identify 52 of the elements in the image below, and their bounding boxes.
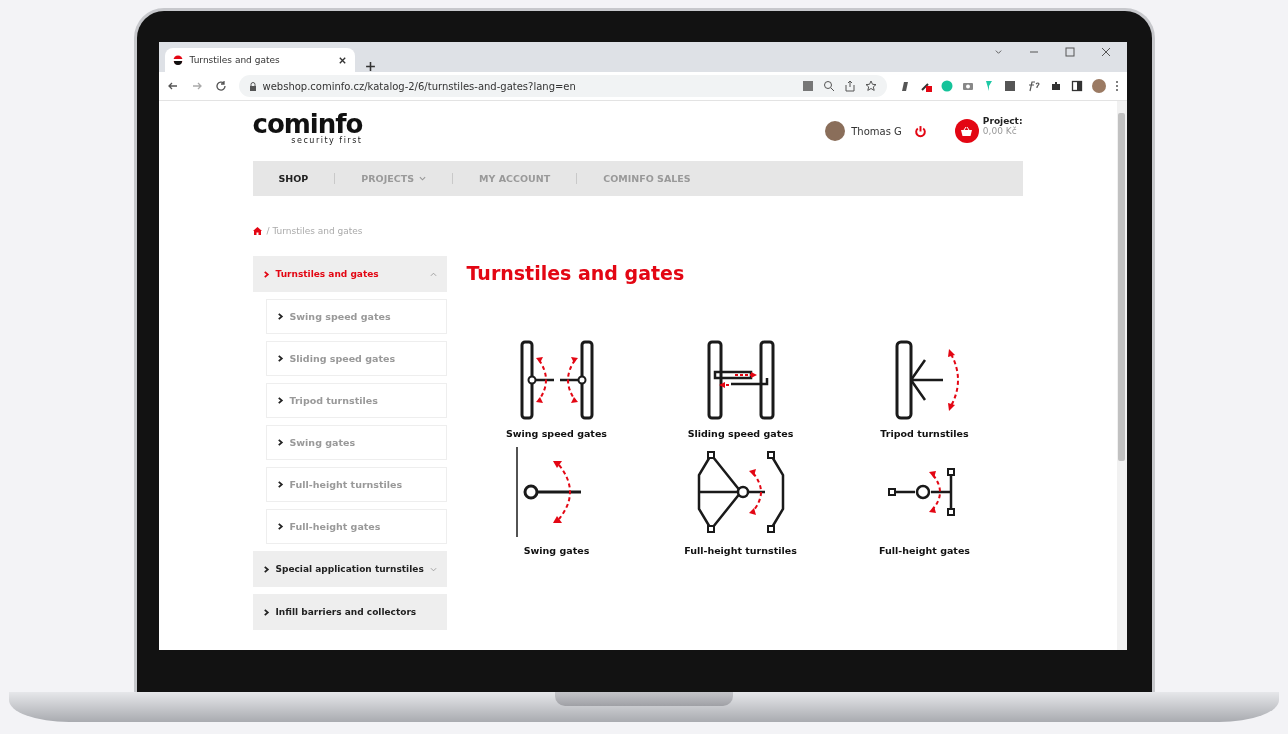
category-link[interactable]: Sliding speed gates	[687, 428, 794, 439]
cart-label: Project:	[982, 116, 1023, 126]
sidebar-category[interactable]: Special application turnstiles	[252, 551, 447, 587]
close-icon[interactable]	[1100, 47, 1111, 57]
chevron-down-icon[interactable]	[993, 47, 1003, 56]
address-bar[interactable]: webshop.cominfo.cz/katalog-2/6/turnstiles-and-gates?lang=en	[238, 75, 887, 97]
cart-total: 0,00 Kč	[982, 126, 1017, 136]
user-avatar	[825, 121, 846, 141]
more-menu-icon[interactable]	[1114, 80, 1119, 92]
side-panel-icon[interactable]	[1070, 80, 1083, 92]
camera-icon[interactable]	[961, 80, 974, 92]
maximize-icon[interactable]	[1064, 47, 1075, 57]
zoom-icon[interactable]	[822, 80, 835, 92]
power-icon[interactable]	[913, 124, 927, 138]
back-arrow-icon[interactable]	[166, 80, 179, 92]
chevron-right-icon	[276, 313, 284, 320]
category-link[interactable]: Tripod turnstiles	[880, 428, 969, 439]
tab-title: Turnstiles and gates	[189, 55, 281, 65]
profile-avatar-icon[interactable]	[1091, 79, 1106, 93]
category-link[interactable]: Full-height gates	[879, 545, 970, 556]
plus-icon[interactable]	[364, 61, 376, 72]
user-name[interactable]: Thomas G	[851, 125, 902, 137]
square-extension-icon[interactable]	[1003, 80, 1016, 92]
chevron-right-icon	[276, 397, 284, 404]
basket-icon	[960, 125, 974, 137]
lock-icon	[248, 81, 257, 91]
chevron-right-icon	[276, 355, 284, 362]
chevron-right-icon	[262, 565, 270, 573]
url-text: webshop.cominfo.cz/katalog-2/6/turnstiles-and-gates?lang=en	[262, 80, 576, 92]
chevron-right-icon	[276, 523, 284, 530]
scrollbar-thumb[interactable]	[1118, 113, 1125, 461]
category-link[interactable]: Full-height turnstiles	[684, 545, 797, 556]
page-title: Turnstiles and gates	[466, 262, 686, 284]
chevron-right-icon	[276, 439, 284, 446]
cart-button[interactable]	[954, 119, 979, 143]
site-favicon-icon	[172, 55, 183, 65]
share-icon[interactable]	[843, 80, 856, 92]
breadcrumb-text: / Turnstiles and gates	[266, 226, 363, 236]
category-link[interactable]: Swing speed gates	[505, 428, 607, 439]
chevron-right-icon	[276, 481, 284, 488]
site-logo[interactable]: cominfo security first	[252, 111, 363, 145]
chevron-right-icon	[262, 608, 270, 616]
nav-link[interactable]: SHOP	[278, 173, 335, 184]
close-icon[interactable]	[337, 55, 347, 65]
reload-icon[interactable]	[214, 80, 227, 92]
sidebar-category[interactable]: Infill barriers and collectors	[252, 594, 447, 630]
sidebar-category[interactable]: Turnstiles and gates	[252, 256, 447, 292]
star-icon[interactable]	[864, 80, 877, 92]
category-link[interactable]: Swing gates	[523, 545, 590, 556]
browser-tab[interactable]: Turnstiles and gates	[164, 48, 355, 72]
chevron-right-icon	[262, 270, 270, 278]
home-icon[interactable]	[252, 227, 262, 235]
